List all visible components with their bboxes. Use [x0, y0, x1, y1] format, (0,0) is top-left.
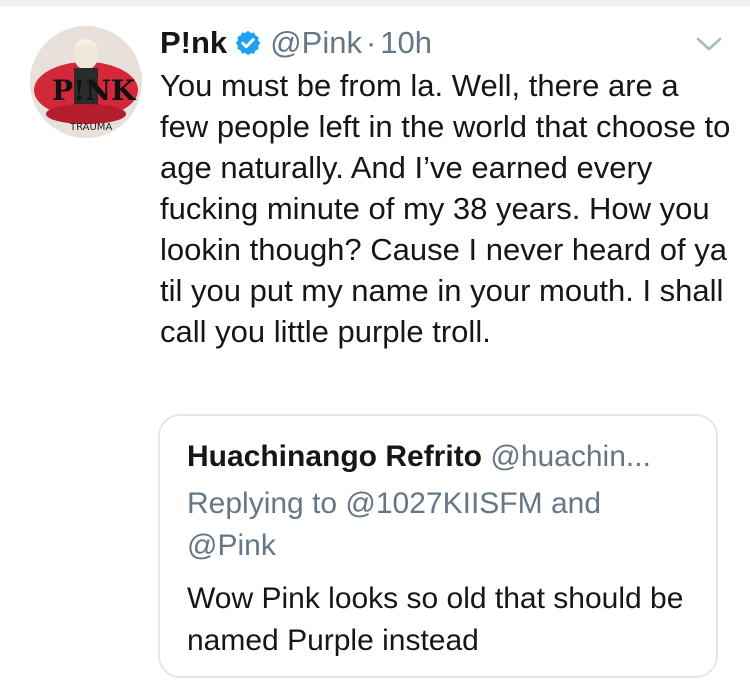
avatar-logo: P!NK	[52, 74, 137, 107]
quoted-tweet-header: Huachinango Refrito @huachin...	[187, 436, 697, 478]
separator-dot: ·	[365, 25, 377, 60]
quoted-replying-to: Replying to @1027KIISFM and @Pink	[187, 487, 602, 562]
avatar-image: P!NK TRAUMA	[30, 26, 142, 138]
quoted-tweet-card[interactable]: Huachinango Refrito @huachin... Replying…	[158, 414, 718, 678]
tweet-header: P!nk @Pink · 10h	[160, 22, 432, 64]
tweet-timestamp[interactable]: 10h	[380, 25, 432, 61]
top-divider	[0, 0, 750, 6]
quoted-author-name: Huachinango Refrito	[187, 440, 483, 473]
quoted-author-handle: @huachin...	[490, 440, 651, 473]
chevron-down-icon[interactable]	[692, 32, 726, 56]
author-handle[interactable]: @Pink	[270, 25, 362, 61]
avatar-caption: TRAUMA	[69, 122, 112, 133]
quoted-tweet-text: Wow Pink looks so old that should be nam…	[187, 582, 684, 657]
tweet-text: You must be from la. Well, there are a f…	[160, 68, 731, 349]
author-name[interactable]: P!nk	[160, 25, 227, 61]
avatar[interactable]: P!NK TRAUMA	[30, 26, 142, 138]
verified-badge-icon	[235, 30, 261, 56]
